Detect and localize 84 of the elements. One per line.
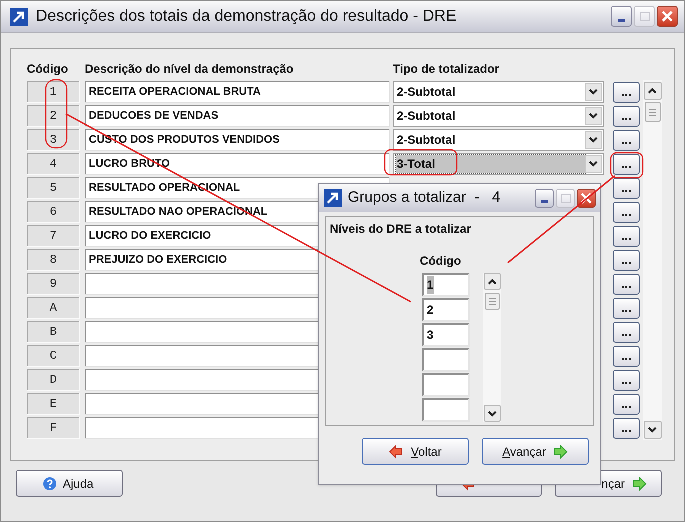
column-header: Tipo de totalizador <box>393 61 500 78</box>
code-cell: E <box>27 393 80 415</box>
column-header: Código <box>27 61 70 78</box>
code-cell: 7 <box>27 225 80 247</box>
dropdown-button[interactable] <box>585 107 602 125</box>
code-cell: 6 <box>27 201 80 223</box>
highlight-ring <box>45 79 68 149</box>
help-icon <box>43 476 57 490</box>
ellipsis-button[interactable] <box>613 346 640 366</box>
ellipsis-button[interactable] <box>613 250 640 270</box>
code-cell: C <box>27 345 80 367</box>
code-field[interactable] <box>422 348 470 372</box>
type-dropdown[interactable]: 3-Total <box>393 153 604 175</box>
chevron-down-icon <box>589 89 598 95</box>
scroll-down-button[interactable] <box>644 421 662 439</box>
right-arrow-icon <box>554 444 568 458</box>
code-field[interactable]: 1 <box>422 273 470 297</box>
code-cell: B <box>27 321 80 343</box>
ellipsis-button[interactable] <box>613 202 640 222</box>
code-field[interactable]: 3 <box>422 323 470 347</box>
scroll-thumb[interactable] <box>484 293 500 310</box>
code-cell: F <box>27 417 80 439</box>
minimize-button[interactable] <box>535 188 554 208</box>
ellipsis-button[interactable] <box>613 226 640 246</box>
code-cell: 2 <box>27 105 80 127</box>
highlight-ring <box>610 152 644 179</box>
scrollbar[interactable] <box>483 273 501 422</box>
code-field[interactable] <box>422 373 470 397</box>
ellipsis-button[interactable] <box>613 274 640 294</box>
back-button[interactable]: Voltar <box>362 438 469 465</box>
dropdown-button[interactable] <box>585 131 602 149</box>
ellipsis-button[interactable] <box>613 82 640 102</box>
scroll-up-button[interactable] <box>484 273 500 290</box>
scroll-up-button[interactable] <box>644 82 662 100</box>
ellipsis-button[interactable] <box>613 178 640 198</box>
window-icon <box>324 189 342 207</box>
ellipsis-button[interactable] <box>613 130 640 150</box>
left-arrow-icon <box>389 444 404 458</box>
next-button[interactable]: Avançar <box>482 438 589 465</box>
chevron-down-icon <box>589 161 598 167</box>
type-dropdown[interactable]: 2-Subtotal <box>393 105 604 127</box>
chevron-up-icon <box>648 88 657 94</box>
ellipsis-button[interactable] <box>613 370 640 390</box>
dropdown-button[interactable] <box>585 83 602 101</box>
dropdown-button[interactable] <box>585 155 602 173</box>
code-cell: 1 <box>27 81 80 103</box>
close-button[interactable] <box>657 6 678 27</box>
code-cell: 5 <box>27 177 80 199</box>
close-icon <box>581 192 592 204</box>
chevron-up-icon <box>488 278 496 284</box>
code-cell: D <box>27 369 80 391</box>
help-button[interactable]: Ajuda <box>16 470 123 497</box>
ellipsis-button[interactable] <box>613 394 640 414</box>
ellipsis-button[interactable] <box>613 322 640 342</box>
scroll-thumb[interactable] <box>644 102 660 122</box>
column-header: Descrição do nível da demonstração <box>85 61 295 78</box>
code-cell: A <box>27 297 80 319</box>
code-cell: 9 <box>27 273 80 295</box>
code-cell: 8 <box>27 249 80 271</box>
close-button[interactable] <box>577 188 596 208</box>
description-field[interactable]: RECEITA OPERACIONAL BRUTA <box>85 81 390 103</box>
scroll-down-button[interactable] <box>484 405 500 422</box>
ellipsis-button[interactable] <box>613 106 640 126</box>
chevron-down-icon <box>589 137 598 143</box>
code-field[interactable]: 2 <box>422 298 470 322</box>
chevron-down-icon <box>589 113 598 119</box>
code-field[interactable] <box>422 398 470 422</box>
window-icon <box>10 8 28 26</box>
chevron-down-icon <box>488 410 496 416</box>
scrollbar[interactable] <box>643 80 662 440</box>
window-title: Descrições dos totais da demonstração do resultado - DRE <box>36 6 458 26</box>
right-arrow-icon <box>633 476 647 490</box>
description-field[interactable]: DEDUCOES DE VENDAS <box>85 105 390 127</box>
code-cell: 4 <box>27 153 80 175</box>
type-dropdown[interactable]: 2-Subtotal <box>393 129 604 151</box>
code-cell: 3 <box>27 129 80 151</box>
type-dropdown[interactable]: 2-Subtotal <box>393 81 604 103</box>
ellipsis-button[interactable] <box>613 418 640 438</box>
minimize-button[interactable] <box>611 6 632 27</box>
column-header: Código <box>420 253 462 270</box>
ellipsis-button[interactable] <box>613 298 640 318</box>
ellipsis-button[interactable] <box>613 154 640 174</box>
close-icon <box>662 11 673 22</box>
chevron-down-icon <box>648 427 657 433</box>
